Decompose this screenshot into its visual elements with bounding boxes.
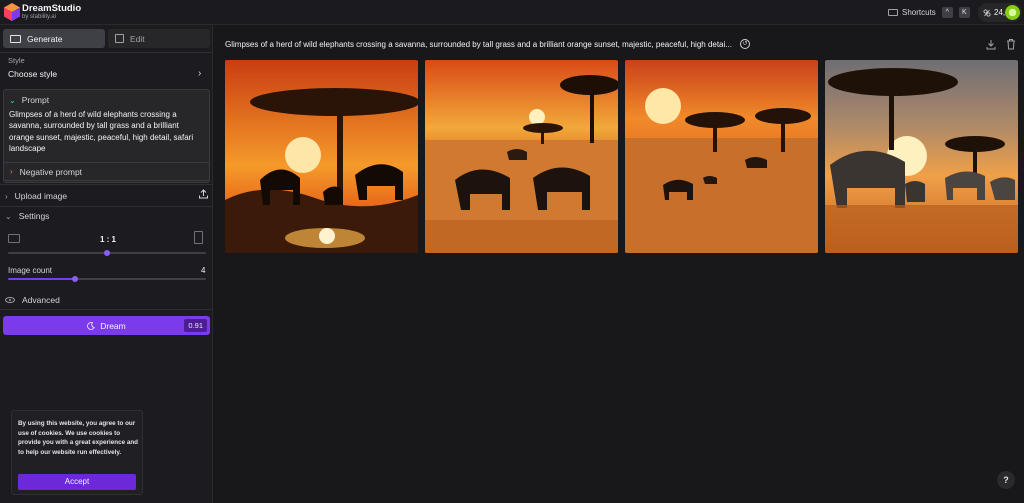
download-icon[interactable] <box>986 39 996 50</box>
tab-generate[interactable]: Generate <box>3 29 105 48</box>
aspect-ratio-value: 1 : 1 <box>100 235 117 244</box>
image-count-slider[interactable] <box>8 276 206 282</box>
prompt-header[interactable]: ⌄ Prompt <box>9 95 49 105</box>
trash-icon[interactable] <box>1006 38 1016 50</box>
divider <box>0 184 212 185</box>
aspect-ratio-slider[interactable] <box>8 250 206 256</box>
image-count-value: 4 <box>201 266 206 275</box>
settings-toggle[interactable]: ⌄ Settings <box>5 211 49 221</box>
app-subtitle: by stability.ai <box>22 14 56 20</box>
prompt-label: Prompt <box>21 95 50 105</box>
edit-icon <box>115 34 124 43</box>
help-button[interactable]: ? <box>997 471 1015 489</box>
keyboard-icon <box>888 9 898 16</box>
shortcut-key-ctrl: ^ <box>941 7 953 18</box>
credits-icon <box>983 8 991 17</box>
reuse-prompt-icon[interactable]: ↺ <box>740 39 750 49</box>
upload-icon[interactable] <box>199 189 208 199</box>
dream-label: Dream <box>100 320 126 331</box>
style-label: Style <box>8 56 25 65</box>
chevron-down-icon: ⌄ <box>5 211 12 221</box>
generate-icon <box>10 34 21 43</box>
dreamstudio-logo-icon[interactable] <box>4 3 20 21</box>
app-name: DreamStudio <box>22 3 82 14</box>
generated-image-1[interactable] <box>225 60 418 253</box>
image-count-slider-fill <box>8 278 76 280</box>
style-selector[interactable]: Choose style <box>8 69 57 79</box>
top-bar: DreamStudio by stability.ai Shortcuts ^ … <box>0 0 1024 25</box>
tab-edit-label: Edit <box>130 33 145 44</box>
negative-prompt-label: Negative prompt <box>19 166 83 177</box>
upload-image-toggle[interactable]: › Upload image <box>5 191 67 201</box>
chevron-right-icon[interactable]: › <box>198 68 201 79</box>
divider <box>0 309 212 310</box>
divider <box>0 206 212 207</box>
cookie-banner: By using this website, you agree to our … <box>11 410 143 495</box>
generated-image-2[interactable] <box>425 60 618 253</box>
upload-image-label: Upload image <box>14 191 68 201</box>
generated-image-4[interactable] <box>825 60 1018 253</box>
aspect-ratio-slider-handle[interactable] <box>104 250 110 256</box>
chevron-right-icon: › <box>5 191 8 201</box>
credits-badge[interactable]: 24,1 <box>978 3 1022 22</box>
image-count-label: Image count <box>8 266 53 275</box>
accept-cookies-button[interactable]: Accept <box>18 474 136 490</box>
dream-button[interactable]: Dream 0.91 <box>3 316 210 335</box>
avatar[interactable] <box>1005 5 1020 20</box>
chevron-right-icon: › <box>10 167 13 176</box>
image-count-slider-handle[interactable] <box>72 276 79 282</box>
tab-generate-label: Generate <box>27 33 63 44</box>
prompt-input[interactable]: Glimpses of a herd of wild elephants cro… <box>9 109 205 154</box>
main-content: Glimpses of a herd of wild elephants cro… <box>213 25 1024 503</box>
shortcut-key-k: K <box>958 7 970 18</box>
moon-icon <box>87 321 96 330</box>
advanced-toggle[interactable]: Advanced <box>5 295 60 305</box>
negative-prompt-toggle[interactable]: › Negative prompt <box>3 162 210 181</box>
generated-image-3[interactable] <box>625 60 818 253</box>
cookie-text: By using this website, you agree to our … <box>18 420 139 456</box>
advanced-label: Advanced <box>22 295 60 305</box>
shortcuts-label: Shortcuts <box>902 8 936 17</box>
brand: DreamStudio by stability.ai <box>22 3 81 21</box>
sidebar: Generate Edit Style Choose style › ⌄ Pro… <box>0 25 213 503</box>
landscape-ratio-icon[interactable] <box>8 234 20 243</box>
shortcuts-button[interactable]: Shortcuts ^ K <box>888 6 970 19</box>
portrait-ratio-icon[interactable] <box>194 231 203 244</box>
eye-icon <box>5 297 15 303</box>
chevron-down-icon: ⌄ <box>9 95 16 105</box>
dream-cost-badge: 0.91 <box>184 319 207 332</box>
divider <box>0 52 212 53</box>
generation-title: Glimpses of a herd of wild elephants cro… <box>225 40 732 49</box>
settings-label: Settings <box>18 211 50 221</box>
tab-edit[interactable]: Edit <box>108 29 210 48</box>
